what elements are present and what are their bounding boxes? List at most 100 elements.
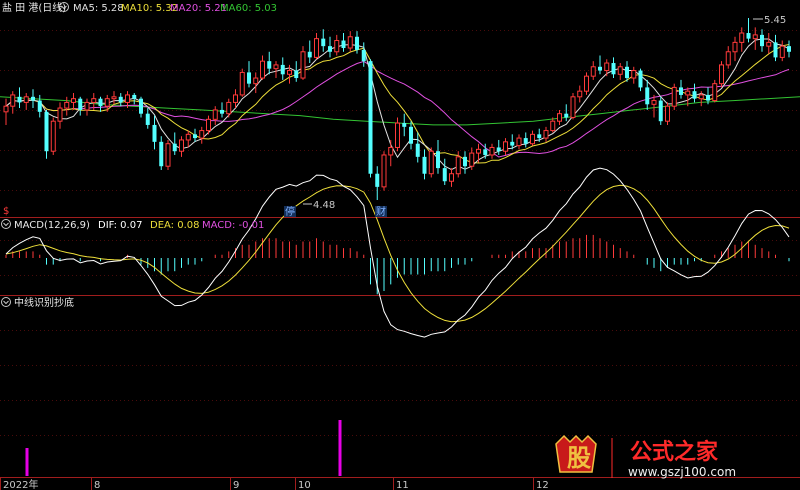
candle-body	[557, 113, 562, 122]
candle-body	[631, 70, 637, 79]
candle-body	[543, 130, 549, 139]
candle-body	[617, 66, 623, 75]
candle-body	[787, 46, 791, 52]
candle-body	[570, 96, 576, 118]
candle-body	[185, 133, 191, 141]
candle-body	[455, 156, 461, 175]
candle-body	[57, 107, 63, 122]
candle-body	[132, 94, 137, 99]
x-axis-label: 2022年	[3, 478, 38, 490]
candle-body	[10, 94, 16, 107]
candle-body	[463, 156, 467, 167]
candle-body	[199, 130, 205, 139]
candle-body	[159, 141, 164, 167]
candle-body	[409, 126, 413, 144]
candle-body	[145, 113, 150, 125]
ma60-value: MA60: 5.03	[220, 3, 277, 14]
candle-body	[111, 96, 117, 100]
candle-body	[273, 64, 279, 70]
candle-body	[760, 34, 764, 47]
candle-body	[98, 98, 103, 107]
candle-body	[516, 137, 522, 147]
watermark: 股 公式之家 www.gszj100.com	[555, 434, 736, 479]
chart-background	[0, 0, 800, 490]
candle-body	[428, 150, 434, 175]
candle-body	[638, 70, 643, 88]
ma20-value: MA20: 5.21	[170, 3, 227, 14]
candle-body	[253, 77, 259, 85]
candle-body	[665, 105, 670, 122]
candle-body	[347, 36, 353, 49]
candle-body	[233, 94, 238, 103]
macd-dea-value: DEA: 0.08	[150, 220, 200, 231]
candle-body	[584, 75, 589, 92]
candle-body	[604, 62, 610, 72]
x-axis-label: 11	[396, 480, 409, 490]
candle-body	[165, 143, 171, 167]
stock-name: 盐 田 港(日线)	[2, 1, 66, 14]
candle-body	[732, 41, 738, 53]
candle-body	[537, 134, 542, 139]
suspension-marker[interactable]: 停	[285, 205, 295, 218]
candle-body	[50, 120, 56, 152]
candle-body	[503, 141, 508, 152]
candle-body	[220, 109, 224, 114]
x-axis-label: 12	[536, 480, 549, 490]
candle-body	[564, 113, 569, 118]
candle-body	[64, 101, 70, 109]
candle-body	[37, 100, 42, 112]
candle-body	[523, 138, 528, 144]
candle-body	[267, 61, 272, 69]
candle-body	[706, 94, 710, 101]
high-price-label: 5.45	[764, 15, 786, 26]
candle-body	[280, 64, 285, 75]
candle-body	[139, 98, 143, 114]
candle-body	[598, 66, 602, 71]
macd-hist-value: MACD: -0.01	[202, 220, 264, 231]
candle-body	[206, 118, 211, 132]
candle-body	[31, 96, 35, 101]
candle-body	[496, 147, 501, 152]
candle-body	[469, 152, 475, 167]
candle-body	[300, 51, 306, 79]
candle-body	[739, 32, 745, 43]
candle-body	[3, 105, 9, 113]
macd-panel-header: MACD(12,26,9) DIF: 0.07 DEA: 0.08 MACD: …	[1, 219, 264, 231]
candle-body	[436, 151, 440, 169]
macd-title: MACD(12,26,9)	[14, 220, 90, 231]
candle-body	[773, 42, 778, 58]
candle-body	[779, 45, 785, 58]
candle-body	[692, 91, 697, 99]
candle-body	[104, 98, 110, 107]
candle-body	[179, 139, 184, 152]
candle-body	[766, 41, 772, 47]
candle-body	[577, 90, 583, 98]
candle-body	[685, 90, 691, 96]
candle-body	[395, 122, 400, 148]
candle-body	[442, 168, 447, 182]
watermark-url[interactable]: www.gszj100.com	[628, 465, 736, 479]
candle-body	[719, 64, 724, 85]
ma5-value: MA5: 5.28	[73, 3, 124, 14]
candle-body	[71, 98, 76, 103]
low-price-label: 4.48	[313, 200, 335, 211]
candle-body	[260, 60, 265, 79]
macd-dif-value: DIF: 0.07	[98, 220, 142, 231]
candle-body	[172, 143, 177, 152]
candle-body	[226, 101, 232, 115]
candle-body	[44, 111, 49, 152]
candle-body	[375, 173, 380, 187]
finance-marker[interactable]: 财	[376, 205, 386, 218]
candle-body	[193, 134, 197, 139]
candle-body	[510, 141, 515, 146]
candle-body	[530, 133, 535, 145]
left-marker: $	[3, 206, 9, 217]
price-panel-header: 盐 田 港(日线) MA5: 5.28 MA10: 5.32 MA20: 5.2…	[2, 1, 277, 14]
candle-body	[341, 40, 346, 49]
stock-chart: 2022年 8 9 10 11 12 5.45 4.48 停 财 $ 盐 田 港(日线) …	[0, 0, 800, 490]
candle-body	[611, 63, 616, 75]
candle-body	[752, 34, 758, 40]
candle-body	[679, 87, 683, 95]
candle-body	[590, 66, 596, 77]
candle-body	[84, 101, 90, 111]
